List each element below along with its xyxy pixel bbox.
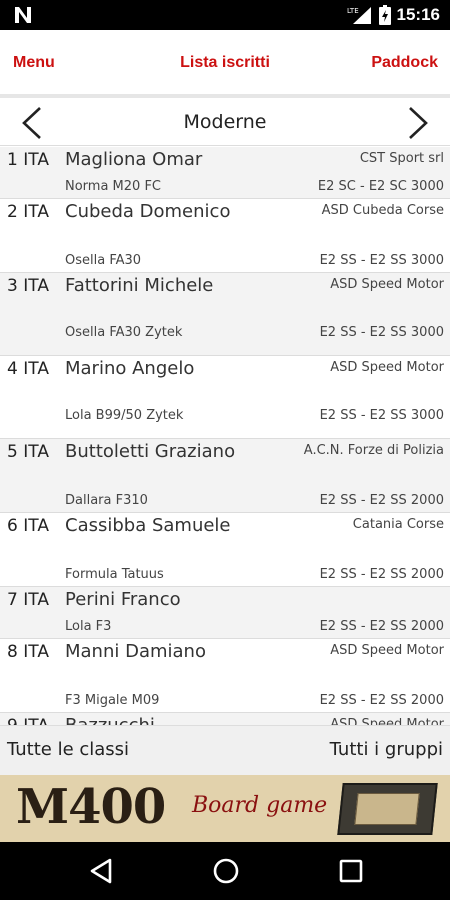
category-selector: Moderne [0,100,450,146]
entry-list[interactable]: 1 ITA Magliona Omar CST Sport srl Norma … [0,147,450,725]
battery-charging-icon [378,5,391,25]
driver-name: Bazzucchi [65,714,245,725]
status-bar: LTE 15:16 [0,0,450,30]
list-item[interactable]: 1 ITA Magliona Omar CST Sport srl Norma … [0,147,450,199]
team-name: Catania Corse [352,517,444,532]
entry-nation: ITA [23,359,49,379]
ad-banner[interactable]: M400 Board game [0,775,450,842]
team-name: ASD Speed Motor [330,717,444,725]
list-item[interactable]: 8 ITA Manni Damiano ASD Speed Motor F3 M… [0,639,450,713]
list-item[interactable]: 5 ITA Buttoletti Graziano A.C.N. Forze d… [0,439,450,513]
back-icon[interactable] [86,856,116,886]
entry-number: 5 [7,442,18,462]
entry-number: 4 [7,359,18,379]
entry-number: 2 [7,202,18,222]
menu-button[interactable]: Menu [13,54,55,72]
top-nav: Lista iscritti Menu Paddock [0,30,450,98]
list-item[interactable]: 7 ITA Perini Franco Lola F3 E2 SS - E2 S… [0,587,450,639]
list-item[interactable]: 4 ITA Marino Angelo ASD Speed Motor Lola… [0,356,450,439]
entry-nation: ITA [23,516,49,536]
list-item[interactable]: 2 ITA Cubeda Domenico ASD Cubeda Corse O… [0,199,450,273]
class-label: E2 SS - E2 SS 3000 [319,325,444,340]
entry-number: 7 [7,590,18,610]
entry-nation: ITA [23,276,49,296]
car-model: Osella FA30 Zytek [65,325,183,340]
class-label: E2 SS - E2 SS 3000 [319,408,444,423]
recent-apps-icon[interactable] [336,856,366,886]
entry-nation: ITA [23,202,49,222]
team-name: ASD Cubeda Corse [321,203,444,218]
entry-number: 3 [7,276,18,296]
class-label: E2 SS - E2 SS 2000 [319,619,444,634]
lte-signal-icon: LTE [347,7,371,24]
entry-number: 9 [7,716,18,725]
team-name: ASD Speed Motor [330,277,444,292]
chevron-right-icon[interactable] [402,106,432,140]
team-name: A.C.N. Forze di Polizia [303,443,444,458]
driver-name: Cubeda Domenico [65,201,231,222]
driver-name: Magliona Omar [65,149,203,170]
driver-name: Manni Damiano [65,641,206,662]
car-model: Dallara F310 [65,493,148,508]
list-item[interactable]: 9 ITA Bazzucchi ASD Speed Motor [0,713,450,725]
game-box-image [337,783,438,835]
entry-number: 1 [7,150,18,170]
banner-logo: M400 [16,779,166,835]
filter-bar: Tutte le classi Tutti i gruppi [0,725,450,775]
all-groups-button[interactable]: Tutti i gruppi [330,739,443,760]
system-navigation-bar [0,842,450,900]
paddock-button[interactable]: Paddock [371,54,438,72]
team-name: ASD Speed Motor [330,360,444,375]
class-label: E2 SC - E2 SC 3000 [317,179,444,194]
entry-nation: ITA [23,642,49,662]
driver-name: Perini Franco [65,589,181,610]
driver-name: Buttoletti Graziano [65,441,236,462]
car-model: Osella FA30 [65,253,142,268]
team-name: CST Sport srl [359,151,444,166]
class-label: E2 SS - E2 SS 3000 [319,253,444,268]
entry-nation: ITA [23,442,49,462]
car-model: Lola F3 [65,619,112,634]
entry-nation: ITA [23,590,49,610]
category-label: Moderne [183,111,267,133]
driver-name: Marino Angelo [65,358,195,379]
car-model: Norma M20 FC [65,179,162,194]
n-notification-icon [15,7,31,23]
entry-number: 8 [7,642,18,662]
class-label: E2 SS - E2 SS 2000 [319,493,444,508]
class-label: E2 SS - E2 SS 2000 [319,693,444,708]
driver-name: Cassibba Samuele [65,515,231,536]
all-classes-button[interactable]: Tutte le classi [7,739,129,760]
car-model: Lola B99/50 Zytek [65,408,184,423]
car-model: Formula Tatuus [65,567,164,582]
team-name: ASD Speed Motor [330,643,444,658]
list-item[interactable]: 3 ITA Fattorini Michele ASD Speed Motor … [0,273,450,356]
driver-name: Fattorini Michele [65,275,214,296]
entry-number: 6 [7,516,18,536]
entry-nation: ITA [23,150,49,170]
entry-nation: ITA [23,716,49,725]
class-label: E2 SS - E2 SS 2000 [319,567,444,582]
car-model: F3 Migale M09 [65,693,160,708]
banner-tagline: Board game [192,793,328,818]
list-item[interactable]: 6 ITA Cassibba Samuele Catania Corse For… [0,513,450,587]
home-icon[interactable] [211,856,241,886]
status-time: 15:16 [396,5,440,24]
network-label: LTE [347,7,359,15]
